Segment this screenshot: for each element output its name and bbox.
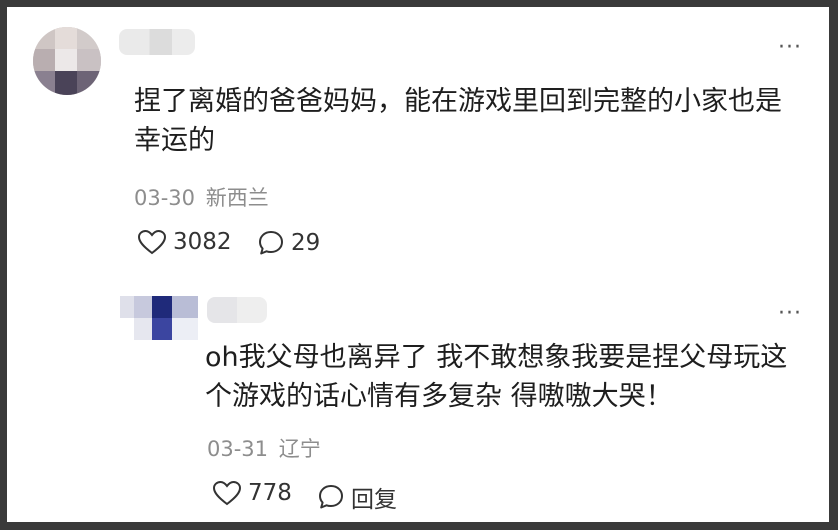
reply-label: 回复 [351,487,397,513]
like-count: 778 [248,480,292,506]
reply-count: 29 [291,230,321,256]
pixelated-avatar-image [33,27,101,95]
speech-bubble-icon [259,231,283,255]
heart-outline-icon [137,229,167,255]
username-blurred[interactable] [119,29,195,55]
reply-button[interactable]: 回复 [317,480,397,514]
comment-location: 新西兰 [205,186,269,210]
like-button[interactable]: 778 [212,480,292,506]
comment-meta: 03-30 新西兰 [134,182,269,212]
like-count: 3082 [173,229,232,255]
more-dots-icon[interactable]: ··· [778,303,802,325]
avatar[interactable] [120,296,200,340]
screenshot-frame: ··· 捏了离婚的爸爸妈妈，能在游戏里回到完整的小家也是 幸运的 03-30 新… [0,0,838,530]
username-blurred[interactable] [207,297,267,323]
comment-date: 03-31 [207,437,269,461]
avatar[interactable] [33,27,101,95]
reply-count-button[interactable]: 29 [257,229,320,257]
heart-outline-icon [212,480,242,506]
comment-location: 辽宁 [278,437,321,461]
comment-meta: 03-31 辽宁 [207,433,321,463]
comment-date: 03-30 [134,186,196,210]
more-dots-icon[interactable]: ··· [778,37,802,59]
comment-text: oh我父母也离异了 我不敢想象我要是捏父母玩这 个游戏的话心情有多复杂 得嗷嗷大… [205,342,788,412]
pixelated-avatar-image [120,296,200,340]
speech-bubble-icon [319,485,343,509]
like-button[interactable]: 3082 [137,229,232,255]
comment-text: 捏了离婚的爸爸妈妈，能在游戏里回到完整的小家也是 幸运的 [134,86,782,156]
